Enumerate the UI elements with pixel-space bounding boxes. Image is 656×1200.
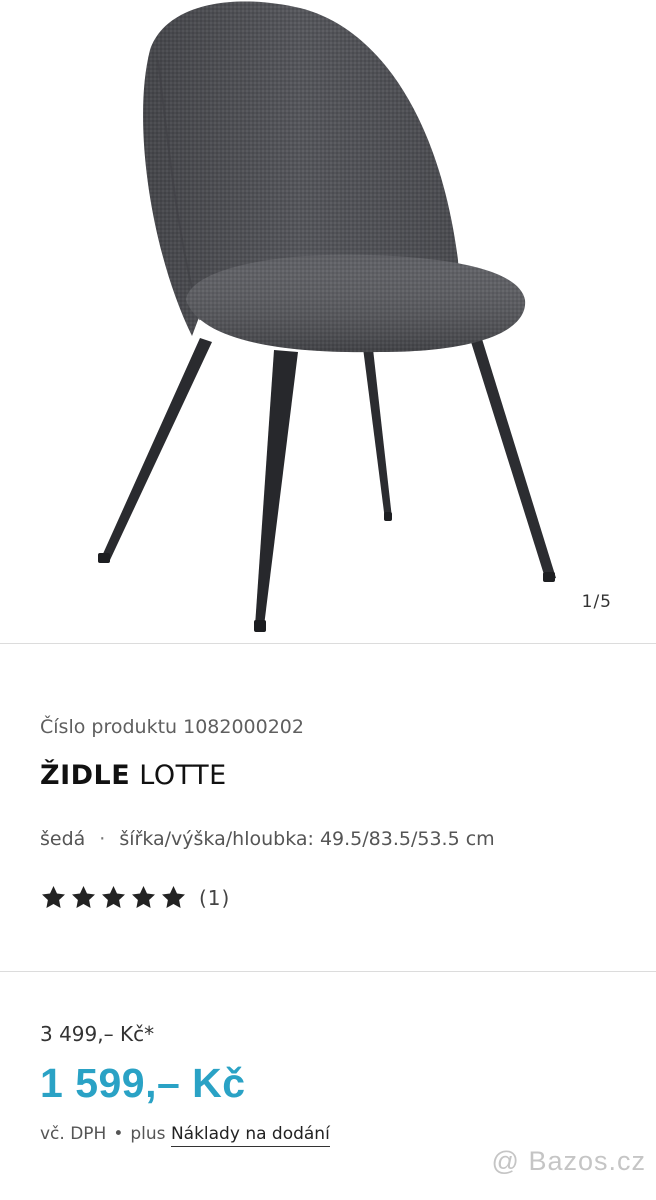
watermark: @ Bazos.cz <box>491 1146 646 1176</box>
shipping-costs-link[interactable]: Náklady na dodání <box>170 1124 330 1147</box>
image-counter: 1/5 <box>581 592 612 612</box>
old-price: 3 499,– Kč* <box>40 1022 155 1046</box>
star-icon <box>42 886 65 908</box>
star-icon <box>72 886 95 908</box>
star-icon <box>102 886 125 908</box>
plus-label: plus <box>130 1124 166 1144</box>
product-title-name: LOTTE <box>130 760 227 791</box>
product-image-gallery[interactable]: 1/5 <box>0 0 656 643</box>
product-number: Číslo produktu 1082000202 <box>40 716 304 738</box>
vat-bullet: • <box>113 1124 124 1144</box>
product-specs: šedá · šířka/výška/hloubka: 49.5/83.5/53.5… <box>40 828 495 850</box>
product-color: šedá <box>40 828 86 850</box>
current-price: 1 599,– Kč <box>40 1060 246 1106</box>
rating-count: (1) <box>199 885 231 910</box>
star-icon <box>162 886 185 908</box>
product-title-bold: ŽIDLE <box>40 760 131 791</box>
vat-label: vč. DPH <box>40 1124 107 1144</box>
vat-info: vč. DPH • plus Náklady na dodání <box>40 1124 330 1147</box>
chair-image <box>98 1 556 632</box>
product-rating[interactable]: (1) <box>40 884 230 911</box>
spec-separator: · <box>99 828 106 850</box>
divider <box>0 643 656 644</box>
rating-stars <box>40 884 187 911</box>
product-title: ŽIDLE LOTTE <box>40 760 227 791</box>
divider <box>0 971 656 972</box>
product-dimensions: šířka/výška/hloubka: 49.5/83.5/53.5 cm <box>119 828 495 850</box>
star-icon <box>132 886 155 908</box>
